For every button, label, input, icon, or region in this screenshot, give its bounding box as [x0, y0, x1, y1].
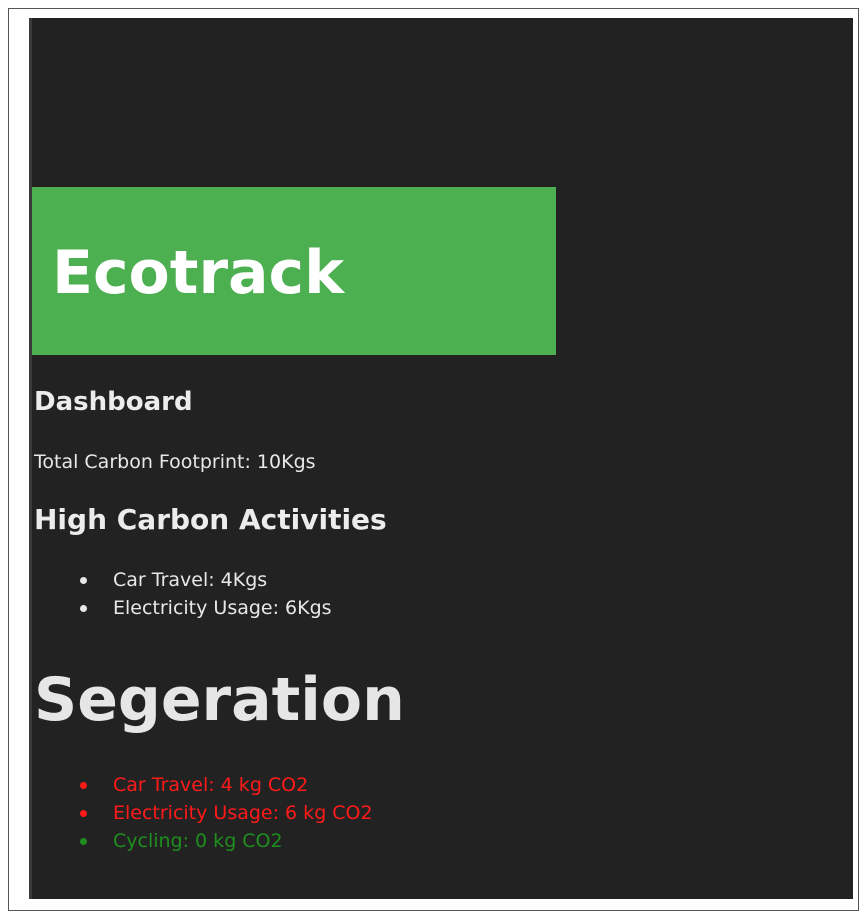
- list-item: Cycling: 0 kg CO2: [0, 827, 373, 855]
- app-title: Ecotrack: [52, 238, 345, 308]
- viewport-edge: [29, 18, 32, 899]
- list-item-label: Cycling: 0 kg CO2: [113, 830, 283, 852]
- list-item-label: Electricity Usage: 6Kgs: [113, 597, 332, 619]
- bullet-icon: [80, 605, 87, 612]
- list-item-label: Car Travel: 4Kgs: [113, 569, 268, 591]
- bullet-icon: [80, 810, 87, 817]
- segregation-list: Car Travel: 4 kg CO2 Electricity Usage: …: [0, 771, 373, 855]
- bullet-icon: [80, 838, 87, 845]
- list-item: Electricity Usage: 6 kg CO2: [0, 799, 373, 827]
- segregation-heading: Segeration: [34, 665, 405, 735]
- bullet-icon: [80, 577, 87, 584]
- high-carbon-list: Car Travel: 4Kgs Electricity Usage: 6Kgs: [0, 566, 332, 622]
- list-item: Car Travel: 4Kgs: [0, 566, 332, 594]
- bullet-icon: [80, 782, 87, 789]
- list-item: Car Travel: 4 kg CO2: [0, 771, 373, 799]
- high-carbon-heading: High Carbon Activities: [34, 503, 387, 536]
- list-item-label: Electricity Usage: 6 kg CO2: [113, 802, 373, 824]
- total-carbon-footprint: Total Carbon Footprint: 10Kgs: [34, 451, 316, 473]
- list-item-label: Car Travel: 4 kg CO2: [113, 774, 309, 796]
- list-item: Electricity Usage: 6Kgs: [0, 594, 332, 622]
- dashboard-heading: Dashboard: [34, 387, 193, 417]
